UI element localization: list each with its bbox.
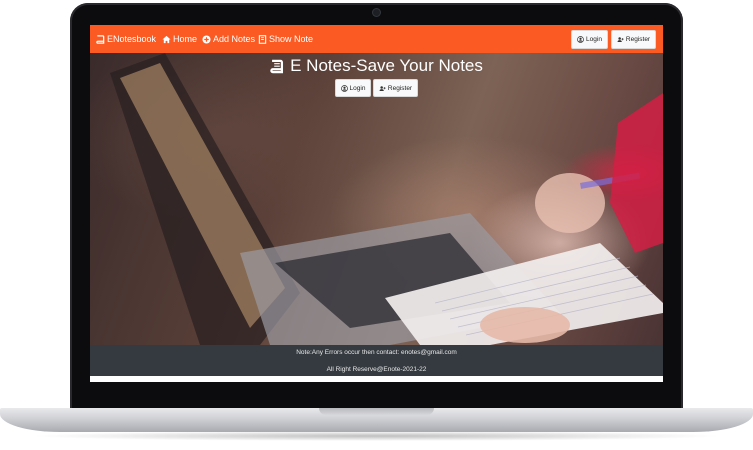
page-bottom-strip [90, 376, 663, 382]
user-plus-icon [617, 37, 624, 42]
navbar-register-button[interactable]: Register [611, 30, 656, 49]
laptop-lid-notch [319, 408, 434, 415]
plus-circle-icon [202, 34, 211, 44]
book-open-icon [258, 34, 267, 44]
hero-section: E Notes-Save Your Notes Login Register [90, 53, 663, 345]
home-icon [162, 35, 171, 43]
navbar-brand[interactable]: ENotesbook [96, 34, 156, 44]
navbar-brand-label: ENotesbook [107, 34, 157, 44]
nav-link-show-notes-label: Show Note [269, 34, 314, 44]
hero-register-button[interactable]: Register [373, 79, 418, 97]
book-icon [270, 59, 284, 73]
hero-login-button[interactable]: Login [335, 79, 371, 97]
navbar-login-label: Login [586, 36, 602, 43]
nav-link-show-notes[interactable]: Show Note [258, 34, 313, 44]
nav-link-add-notes-label: Add Notes [213, 34, 256, 44]
hero-title-text: E Notes-Save Your Notes [290, 56, 483, 75]
hero-title: E Notes-Save Your Notes [90, 56, 663, 76]
footer-copyright: All Right Reserve@Enote-2021-22 [326, 366, 427, 373]
hero-login-label: Login [349, 84, 366, 92]
laptop-screen: ENotesbook Home Add Notes Show Note Logi… [90, 25, 663, 382]
navbar-login-button[interactable]: Login [571, 30, 608, 49]
book-icon [96, 34, 105, 44]
user-circle-icon [340, 84, 348, 92]
navbar: ENotesbook Home Add Notes Show Note Logi… [90, 25, 663, 53]
user-circle-icon [577, 36, 584, 43]
navbar-register-label: Register [625, 36, 651, 43]
nav-link-home-label: Home [173, 34, 198, 44]
laptop-shadow [30, 431, 723, 441]
hero-register-label: Register [387, 84, 413, 92]
footer: Note:Any Errors occur then contact: enot… [90, 345, 663, 376]
user-plus-icon [379, 85, 386, 91]
webcam [373, 9, 380, 16]
nav-link-home[interactable]: Home [162, 34, 197, 44]
nav-link-add-notes[interactable]: Add Notes [202, 34, 255, 44]
footer-note: Note:Any Errors occur then contact: enot… [296, 349, 457, 356]
